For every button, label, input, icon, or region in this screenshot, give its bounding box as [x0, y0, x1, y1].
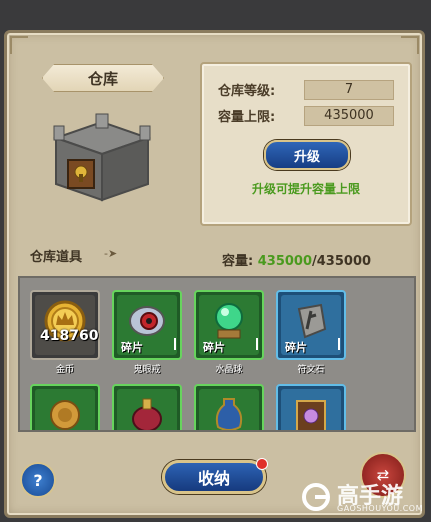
capacity-max: /435000	[312, 254, 372, 269]
fragment-tag: 碎片	[285, 341, 307, 354]
corner-ornament	[10, 36, 28, 54]
item-slot[interactable]: 418760	[30, 290, 100, 360]
fragment-tag: 碎片	[203, 341, 225, 354]
capacity-label: 容量:	[222, 254, 254, 269]
item-grid: 418760 金币 碎片 鬼眼戒 碎片 水晶球 碎片 符文石	[18, 276, 416, 432]
rune-book-icon	[296, 400, 326, 430]
wax-seal-icon	[50, 400, 80, 430]
item-name: 符文石	[297, 365, 325, 375]
item-name: 水晶球	[215, 365, 243, 375]
panel-title: 仓库	[42, 64, 164, 92]
help-button[interactable]: ?	[20, 462, 56, 498]
level-value: 7	[304, 80, 394, 100]
item-slot[interactable]	[30, 384, 100, 430]
vase-icon	[215, 398, 243, 430]
crystal-ball-icon	[215, 303, 243, 339]
limit-label: 容量上限:	[218, 110, 276, 125]
rune-stone-icon	[297, 303, 327, 339]
watermark-domain: GAOSHOUYOU.COM	[337, 504, 424, 513]
potion-icon	[132, 398, 162, 430]
fragment-indicator	[256, 338, 258, 350]
fragment-indicator	[174, 338, 176, 350]
level-label: 仓库等级:	[218, 84, 276, 99]
storage-title: 仓库道具	[30, 250, 83, 265]
notification-dot-icon	[256, 458, 268, 470]
eye-ring-icon	[129, 306, 165, 336]
site-logo-icon	[302, 483, 330, 511]
item-slot[interactable]: 碎片	[112, 290, 182, 360]
item-slot[interactable]	[112, 384, 182, 430]
item-slot[interactable]: 碎片	[194, 290, 264, 360]
fragment-tag: 碎片	[121, 341, 143, 354]
limit-value: 435000	[304, 106, 394, 126]
store-button[interactable]: 收纳	[162, 460, 266, 494]
arrow-decoration-icon: -➤	[104, 247, 118, 260]
site-watermark: 高手游 GAOSHOUYOU.COM	[301, 478, 425, 518]
warehouse-building-icon	[52, 113, 152, 202]
corner-ornament	[401, 36, 419, 54]
upgrade-button[interactable]: 升级	[264, 140, 350, 170]
item-name: 鬼眼戒	[133, 365, 161, 375]
item-count: 418760	[40, 328, 99, 344]
upgrade-hint: 升级可提升容量上限	[251, 182, 360, 196]
capacity-current: 435000	[257, 254, 313, 269]
fragment-indicator	[338, 338, 340, 350]
item-name: 金币	[55, 365, 74, 375]
capacity-readout: 容量: 435000/435000	[222, 250, 371, 269]
item-slot[interactable]	[194, 384, 264, 430]
item-slot[interactable]	[276, 384, 346, 430]
info-panel: 仓库等级: 7 容量上限: 435000 升级 升级可提升容量上限	[200, 62, 412, 226]
item-slot[interactable]: 碎片	[276, 290, 346, 360]
